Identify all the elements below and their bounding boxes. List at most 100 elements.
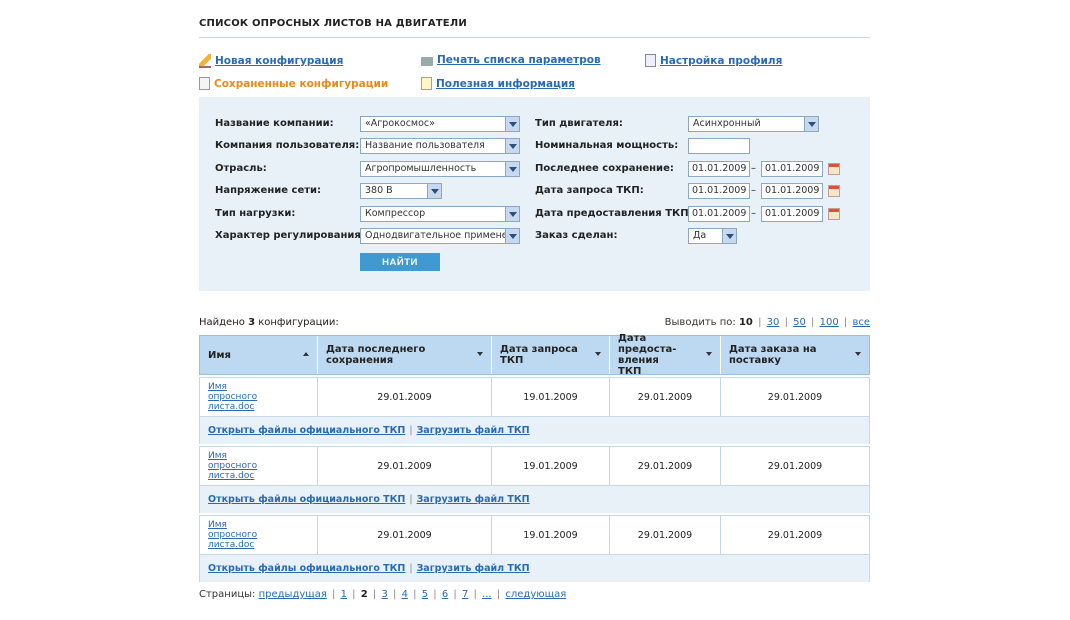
sort-asc-icon <box>303 352 309 356</box>
user-company-label: Компания пользователя: <box>215 140 360 151</box>
separator: | <box>473 589 477 600</box>
order-made-select[interactable]: Да <box>688 228 737 244</box>
profile-settings-link[interactable]: Настройка профиля <box>660 55 782 67</box>
useful-info-link[interactable]: Полезная информация <box>436 78 575 90</box>
file-link[interactable]: Имя опросного листа.doc <box>208 382 278 412</box>
tkp-request-label: Дата запроса ТКП: <box>535 185 644 196</box>
pager-next[interactable]: следующая <box>505 589 566 600</box>
per-page-100[interactable]: 100 <box>820 317 839 328</box>
col-tkp-request[interactable]: Дата запроса ТКП <box>491 336 609 374</box>
cell-tkp-provided: 29.01.2009 <box>609 378 720 416</box>
tkp-provide-to-input[interactable]: 01.01.2009 <box>761 206 823 222</box>
pager-page-5[interactable]: 5 <box>422 589 428 600</box>
tkp-provide-label: Дата предоставления ТКП: <box>535 208 693 219</box>
col-name-label: Имя <box>208 349 231 361</box>
open-tkp-files-link[interactable]: Открыть файлы официального ТКП <box>208 563 405 574</box>
info-doc-icon <box>421 77 432 90</box>
found-count: Найдено 3 конфигурации: <box>199 317 339 328</box>
cell-tkp-request: 19.01.2009 <box>491 447 609 485</box>
row-cells: Имя опросного листа.doc 29.01.2009 19.01… <box>200 516 869 555</box>
pager-page-6[interactable]: 6 <box>442 589 448 600</box>
cell-last-saved: 29.01.2009 <box>317 378 491 416</box>
calendar-icon[interactable] <box>828 208 840 220</box>
industry-label: Отрасль: <box>215 163 267 174</box>
company-name-select[interactable]: «Агрокосмос» <box>360 116 520 132</box>
print-params-link[interactable]: Печать списка параметров <box>437 54 601 66</box>
upload-tkp-link[interactable]: Загрузить файл ТКП <box>417 563 530 574</box>
col-tkp-provided[interactable]: Дата предоста-вления ТКП <box>609 333 720 377</box>
nav-new-config: Новая конфигурация <box>199 54 343 68</box>
per-page-50[interactable]: 50 <box>793 317 806 328</box>
pager-page-1[interactable]: 1 <box>341 589 347 600</box>
row-cells: Имя опросного листа.doc 29.01.2009 19.01… <box>200 378 869 417</box>
regulation-label: Характер регулирования: <box>215 230 365 241</box>
col-name[interactable]: Имя <box>200 336 317 374</box>
voltage-select[interactable]: 380 В <box>360 183 442 199</box>
industry-select[interactable]: Агропромышленность <box>360 161 520 177</box>
calendar-icon[interactable] <box>828 163 840 175</box>
per-page-30[interactable]: 30 <box>767 317 780 328</box>
separator: | <box>433 589 437 600</box>
pager-page-4[interactable]: 4 <box>402 589 408 600</box>
user-company-select[interactable]: Название пользователя <box>360 138 520 154</box>
date-range-dash: – <box>751 208 756 219</box>
last-save-from-input[interactable]: 01.01.2009 <box>688 161 750 177</box>
col-last-saved[interactable]: Дата последнего сохранения <box>317 336 491 374</box>
engine-type-select[interactable]: Асинхронный <box>688 116 819 132</box>
sort-desc-icon <box>706 352 712 356</box>
title-divider <box>199 37 870 38</box>
pager-page-current: 2 <box>360 589 368 600</box>
file-link[interactable]: Имя опросного листа.doc <box>208 520 278 550</box>
cell-order-date: 29.01.2009 <box>720 378 869 416</box>
industry-value: Агропромышленность <box>365 163 477 174</box>
tkp-request-from-input[interactable]: 01.01.2009 <box>688 183 750 199</box>
separator: | <box>393 589 397 600</box>
regulation-select[interactable]: Однодвигательное применен <box>360 228 520 244</box>
separator: | <box>843 317 848 328</box>
tkp-request-to-input[interactable]: 01.01.2009 <box>761 183 823 199</box>
open-tkp-files-link[interactable]: Открыть файлы официального ТКП <box>208 494 405 505</box>
pager-ellipsis[interactable]: ... <box>482 589 492 600</box>
chevron-down-icon <box>505 162 519 176</box>
pager-page-3[interactable]: 3 <box>381 589 387 600</box>
voltage-label: Напряжение сети: <box>215 185 322 196</box>
upload-tkp-link[interactable]: Загрузить файл ТКП <box>417 425 530 436</box>
saved-configs-label: Сохраненные конфигурации <box>214 77 389 90</box>
row-actions: Открыть файлы официального ТКП | Загрузи… <box>200 486 869 513</box>
pager-prev[interactable]: предыдущая <box>259 589 327 600</box>
engine-type-label: Тип двигателя: <box>535 118 623 129</box>
cell-name: Имя опросного листа.doc <box>200 378 317 416</box>
rated-power-label: Номинальная мощность: <box>535 140 679 151</box>
per-page-all[interactable]: все <box>852 317 870 328</box>
last-save-label: Последнее сохранение: <box>535 163 674 174</box>
calendar-icon[interactable] <box>828 185 840 197</box>
separator: | <box>413 589 417 600</box>
last-save-to-input[interactable]: 01.01.2009 <box>761 161 823 177</box>
tkp-provide-from-input[interactable]: 01.01.2009 <box>688 206 750 222</box>
company-name-label: Название компании: <box>215 118 334 129</box>
cell-tkp-request: 19.01.2009 <box>491 378 609 416</box>
load-type-select[interactable]: Компрессор <box>360 206 520 222</box>
separator: | <box>409 425 413 436</box>
order-made-label: Заказ сделан: <box>535 230 618 241</box>
pager-page-7[interactable]: 7 <box>462 589 468 600</box>
cell-last-saved: 29.01.2009 <box>317 516 491 554</box>
open-tkp-files-link[interactable]: Открыть файлы официального ТКП <box>208 425 405 436</box>
regulation-value: Однодвигательное применен <box>365 230 514 241</box>
upload-tkp-link[interactable]: Загрузить файл ТКП <box>417 494 530 505</box>
date-range-dash: – <box>751 185 756 196</box>
row-actions: Открыть файлы официального ТКП | Загрузи… <box>200 555 869 582</box>
col-order-date[interactable]: Дата заказа на поставку <box>720 336 869 374</box>
load-type-label: Тип нагрузки: <box>215 208 296 219</box>
order-made-value: Да <box>693 230 707 241</box>
file-link[interactable]: Имя опросного листа.doc <box>208 451 278 481</box>
nav-saved-configs[interactable]: Сохраненные конфигурации <box>199 77 388 90</box>
row-cells: Имя опросного листа.doc 29.01.2009 19.01… <box>200 447 869 486</box>
col-last-saved-label: Дата последнего сохранения <box>326 344 426 366</box>
new-config-link[interactable]: Новая конфигурация <box>215 55 343 67</box>
chevron-down-icon <box>804 117 818 131</box>
search-button[interactable]: НАЙТИ <box>360 253 440 271</box>
table-row: Имя опросного листа.doc 29.01.2009 19.01… <box>199 377 870 444</box>
printer-icon <box>421 56 433 66</box>
rated-power-input[interactable] <box>688 138 750 154</box>
